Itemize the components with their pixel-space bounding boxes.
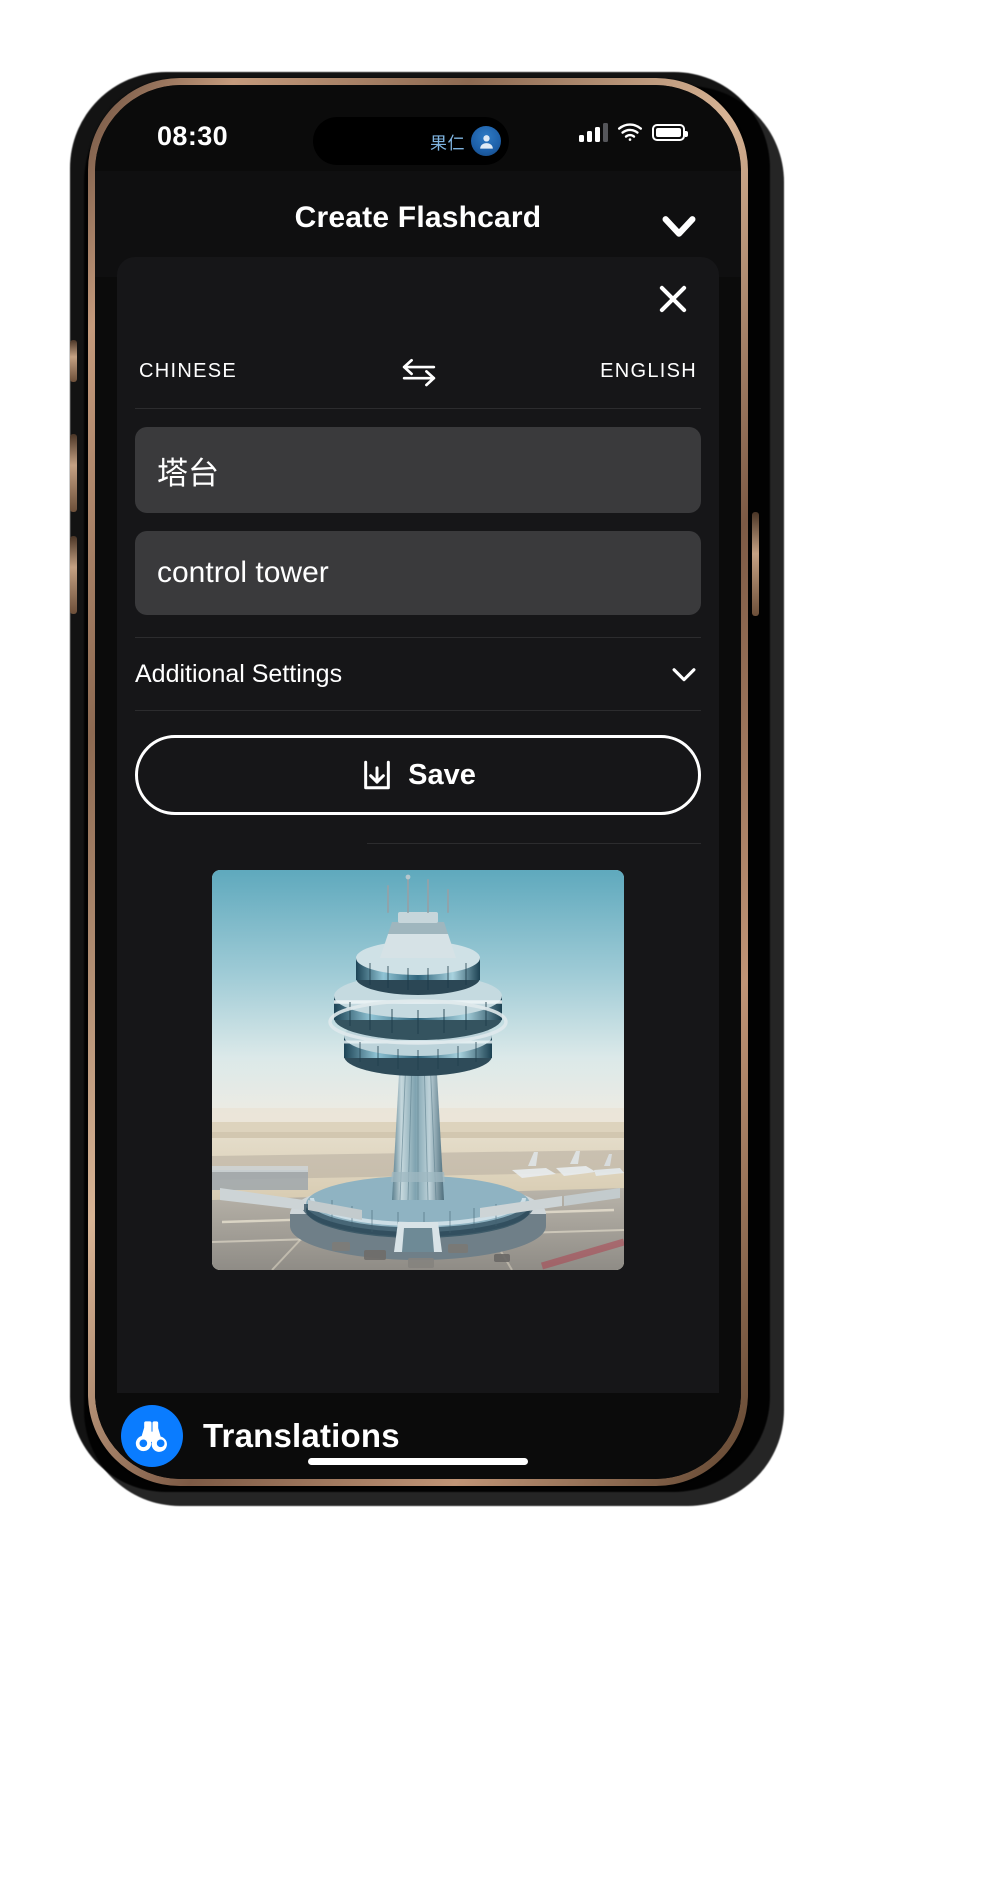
wifi-icon	[618, 123, 642, 141]
mute-switch-button[interactable]	[70, 340, 77, 382]
phone-body: 08:30 果仁 Create Flashcard CHINESE ENGLIS…	[95, 85, 741, 1479]
source-text-input[interactable]: 塔台	[135, 427, 701, 513]
additional-settings-row[interactable]: Additional Settings	[135, 637, 701, 711]
close-x-icon[interactable]	[647, 273, 699, 325]
home-indicator[interactable]	[308, 1458, 528, 1465]
swap-horizontal-arrows-icon[interactable]	[398, 355, 440, 389]
create-flashcard-sheet: CHINESE ENGLISH 塔台 control tower Additio…	[117, 257, 719, 1397]
status-time: 08:30	[157, 121, 229, 151]
source-text-value: 塔台	[157, 455, 219, 491]
binoculars-icon	[121, 1405, 183, 1467]
power-button[interactable]	[752, 512, 759, 616]
status-bar: 08:30 果仁	[95, 85, 741, 171]
phone-screen: 08:30 果仁 Create Flashcard CHINESE ENGLIS…	[95, 85, 741, 1479]
sheet-top-bar	[117, 257, 719, 335]
person-circle-icon	[471, 126, 501, 156]
volume-down-button[interactable]	[70, 536, 77, 614]
app-bar[interactable]: Translations	[95, 1393, 741, 1479]
page-title: Create Flashcard	[294, 201, 542, 234]
chevron-down-icon	[672, 668, 696, 682]
screenshot-canvas: 08:30 果仁 Create Flashcard CHINESE ENGLIS…	[0, 0, 1000, 1890]
status-icons	[579, 119, 688, 145]
save-button[interactable]: Save	[135, 735, 701, 815]
flashcard-illustration[interactable]	[212, 870, 624, 1270]
save-download-icon	[364, 760, 390, 790]
cellular-signal-icon	[579, 122, 608, 142]
source-language-button[interactable]: CHINESE	[135, 360, 241, 383]
dynamic-island[interactable]: 果仁	[313, 117, 509, 165]
dynamic-island-label: 果仁	[430, 133, 465, 153]
additional-settings-label: Additional Settings	[135, 659, 343, 688]
chevron-down-icon[interactable]	[651, 197, 707, 253]
battery-full-icon	[652, 123, 688, 141]
app-name-label: Translations	[203, 1417, 400, 1454]
section-divider	[367, 843, 701, 844]
target-language-button[interactable]: ENGLISH	[596, 360, 701, 383]
language-selector-row: CHINESE ENGLISH	[135, 335, 701, 409]
target-text-value: control tower	[157, 556, 329, 589]
control-tower-image	[212, 870, 624, 1270]
target-text-input[interactable]: control tower	[135, 531, 701, 615]
volume-up-button[interactable]	[70, 434, 77, 512]
save-button-label: Save	[408, 758, 476, 791]
